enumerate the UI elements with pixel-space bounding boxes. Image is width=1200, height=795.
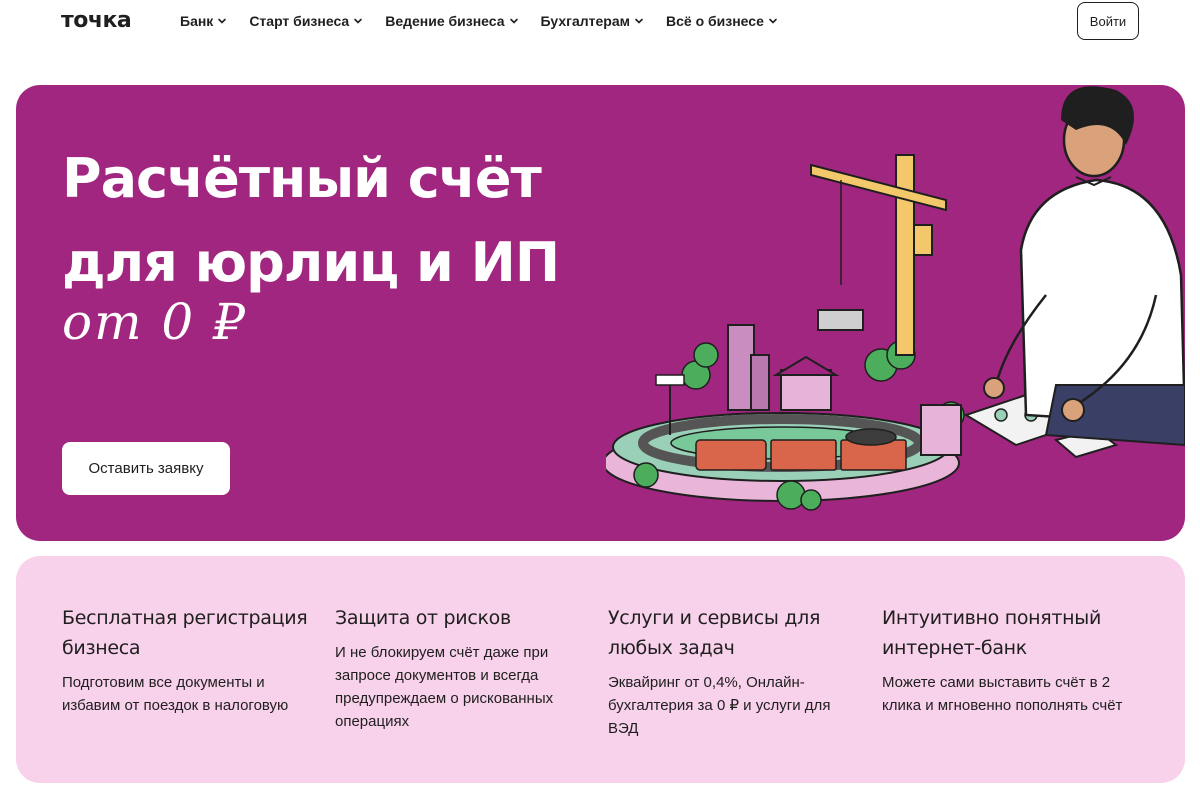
feature-text: Эквайринг от 0,4%, Онлайн-бухгалтерия за… [608,674,831,737]
chevron-down-icon [509,18,518,24]
hero-title-line-2: для юрлиц и ИП [62,231,560,294]
feature-title: Защита от рисков [335,607,511,629]
hero-price-script: от 0 ₽ [62,293,247,351]
features-section: Бесплатная регистрация бизнеса Подготови… [16,556,1185,783]
feature-card: Услуги и сервисы для любых задач Эквайри… [608,603,863,740]
feature-card: Интуитивно понятный интернет-банк Можете… [882,603,1137,717]
nav-item-about-business[interactable]: Всё о бизнесе [666,13,778,29]
nav-item-label: Банк [180,13,214,29]
feature-card: Защита от рисков И не блокируем счёт даж… [335,603,590,733]
feature-card: Бесплатная регистрация бизнеса Подготови… [62,603,317,717]
nav-item-run-business[interactable]: Ведение бизнеса [385,13,518,29]
feature-title: Интуитивно понятный интернет-банк [882,607,1102,659]
hero-title-line-1: Расчётный счёт [62,147,542,210]
nav-item-label: Бухгалтерам [540,13,630,29]
nav-item-bank[interactable]: Банк [180,13,227,29]
hero-banner: Расчётный счёт для юрлиц и ИП от 0 ₽ Ост… [16,85,1185,541]
nav-item-label: Старт бизнеса [249,13,350,29]
nav-item-label: Всё о бизнесе [666,13,764,29]
feature-title: Услуги и сервисы для любых задач [608,607,821,659]
logo[interactable]: точка [61,8,132,33]
hero-illustration [606,86,1185,511]
main-nav: Банк Старт бизнеса Ведение бизнеса Бухга… [180,13,800,29]
login-button[interactable]: Войти [1077,2,1139,40]
chevron-down-icon [354,18,363,24]
submit-application-button[interactable]: Оставить заявку [62,442,230,495]
chevron-down-icon [769,18,777,24]
hero-title: Расчётный счёт для юрлиц и ИП [62,137,560,305]
feature-title: Бесплатная регистрация бизнеса [62,607,308,659]
chevron-down-icon [218,18,227,24]
feature-text: Можете сами выставить счёт в 2 клика и м… [882,674,1123,714]
nav-item-start-business[interactable]: Старт бизнеса [249,13,363,29]
feature-text: Подготовим все документы и избавим от по… [62,674,289,714]
chevron-down-icon [635,18,643,24]
nav-item-accountants[interactable]: Бухгалтерам [541,13,644,29]
feature-text: И не блокируем счёт даже при запросе док… [335,644,554,730]
site-header: точка Банк Старт бизнеса Ведение бизнеса… [0,0,1200,44]
nav-item-label: Ведение бизнеса [385,13,505,29]
